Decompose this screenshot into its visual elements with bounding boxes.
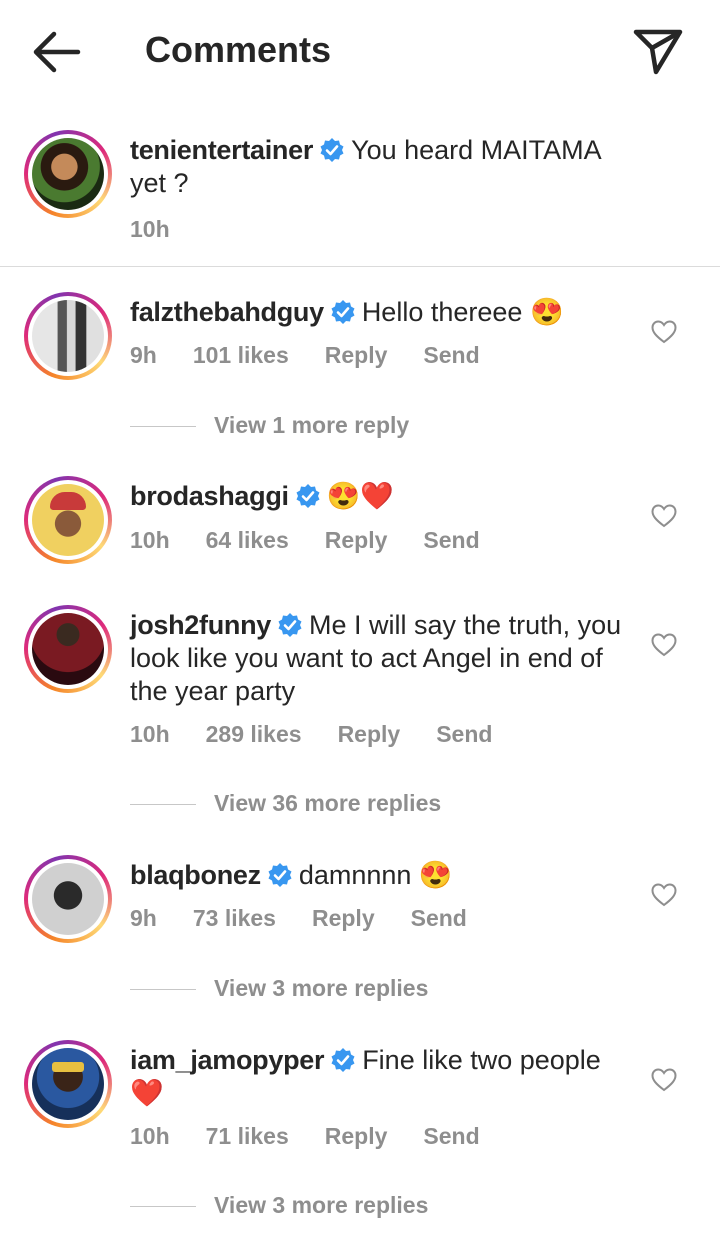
send-button[interactable]: Send bbox=[436, 719, 492, 749]
timestamp: 10h bbox=[130, 527, 170, 553]
username[interactable]: tenientertainer bbox=[130, 135, 313, 165]
heart-outline-icon[interactable] bbox=[651, 1068, 677, 1092]
timestamp: 10h bbox=[130, 216, 170, 242]
comment-text: Hello thereee bbox=[361, 297, 523, 327]
likes-count[interactable]: 289 likes bbox=[206, 719, 302, 749]
timestamp: 10h bbox=[130, 721, 170, 747]
reply-button[interactable]: Reply bbox=[338, 719, 401, 749]
comment-text: damnnnn bbox=[298, 860, 412, 890]
verified-badge-icon bbox=[296, 484, 320, 508]
avatar[interactable] bbox=[24, 855, 112, 943]
verified-badge-icon bbox=[278, 613, 302, 637]
comment-text: Fine like two people bbox=[362, 1045, 601, 1075]
emoji: 😍 bbox=[418, 860, 453, 890]
username[interactable]: falzthebahdguy bbox=[130, 297, 324, 327]
header-bar: Comments bbox=[0, 0, 720, 100]
reply-button[interactable]: Reply bbox=[325, 340, 388, 370]
verified-badge-icon bbox=[331, 300, 355, 324]
reply-button[interactable]: Reply bbox=[325, 525, 388, 555]
paper-plane-icon[interactable] bbox=[628, 22, 686, 78]
username[interactable]: josh2funny bbox=[130, 610, 271, 640]
send-button[interactable]: Send bbox=[423, 1121, 479, 1151]
page-title: Comments bbox=[145, 29, 332, 70]
send-button[interactable]: Send bbox=[423, 340, 479, 370]
heart-outline-icon[interactable] bbox=[651, 883, 677, 907]
verified-badge-icon bbox=[331, 1048, 355, 1072]
avatar[interactable] bbox=[24, 476, 112, 564]
reply-button[interactable]: Reply bbox=[325, 1121, 388, 1151]
avatar[interactable] bbox=[24, 1040, 112, 1128]
emoji: 😍 bbox=[529, 297, 564, 327]
username[interactable]: brodashaggi bbox=[130, 481, 289, 511]
heart-outline-icon[interactable] bbox=[651, 504, 677, 528]
likes-count[interactable]: 71 likes bbox=[206, 1121, 289, 1151]
emoji: 😍❤️ bbox=[326, 481, 394, 511]
heart-outline-icon[interactable] bbox=[651, 633, 677, 657]
back-arrow-icon[interactable] bbox=[26, 26, 84, 78]
view-more-replies[interactable]: View 36 more replies bbox=[130, 788, 441, 818]
avatar[interactable] bbox=[24, 605, 112, 693]
divider bbox=[0, 266, 720, 267]
avatar[interactable] bbox=[24, 130, 112, 218]
send-button[interactable]: Send bbox=[411, 903, 467, 933]
send-button[interactable]: Send bbox=[423, 525, 479, 555]
verified-badge-icon bbox=[268, 863, 292, 887]
avatar[interactable] bbox=[24, 292, 112, 380]
likes-count[interactable]: 73 likes bbox=[193, 903, 276, 933]
timestamp: 9h bbox=[130, 905, 157, 931]
timestamp: 10h bbox=[130, 1123, 170, 1149]
username[interactable]: iam_jamopyper bbox=[130, 1045, 324, 1075]
reply-button[interactable]: Reply bbox=[312, 903, 375, 933]
likes-count[interactable]: 64 likes bbox=[206, 525, 289, 555]
likes-count[interactable]: 101 likes bbox=[193, 340, 289, 370]
emoji: ❤️ bbox=[130, 1078, 164, 1108]
timestamp: 9h bbox=[130, 342, 157, 368]
view-more-replies[interactable]: View 3 more replies bbox=[130, 973, 428, 1003]
view-more-replies[interactable]: View 3 more replies bbox=[130, 1190, 428, 1220]
post-caption: tenientertainer You heard MAITAMA yet ? 1… bbox=[0, 122, 720, 266]
verified-badge-icon bbox=[320, 138, 344, 162]
username[interactable]: blaqbonez bbox=[130, 860, 261, 890]
view-more-replies[interactable]: View 1 more reply bbox=[130, 410, 409, 440]
heart-outline-icon[interactable] bbox=[651, 320, 677, 344]
